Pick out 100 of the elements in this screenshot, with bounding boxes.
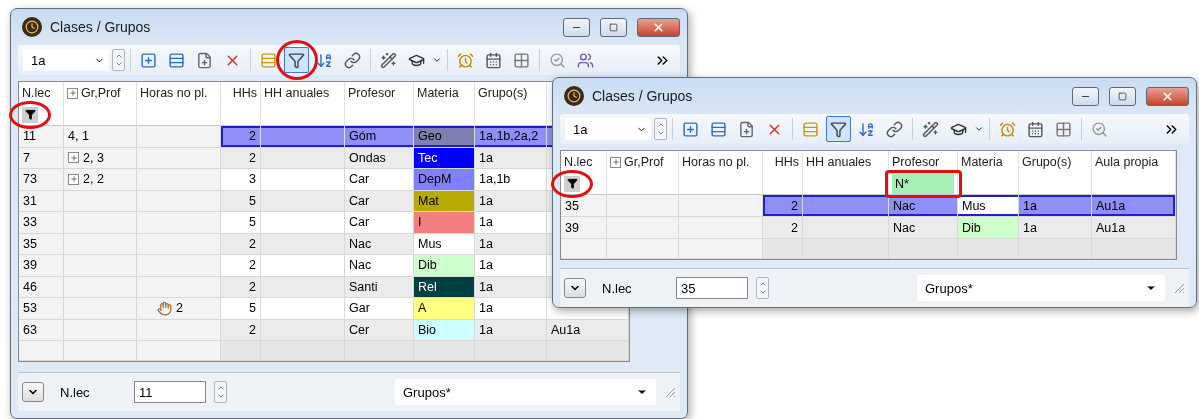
filter-cell[interactable]	[679, 173, 763, 195]
table-cell: Dib	[958, 217, 1019, 239]
table-cell: 53	[19, 298, 64, 320]
filter-cell[interactable]	[763, 173, 803, 195]
spinner[interactable]	[112, 49, 125, 71]
filter-icon[interactable]	[564, 175, 580, 192]
column-header[interactable]: Gr,Prof	[607, 151, 679, 173]
filter-button[interactable]	[826, 116, 851, 142]
column-header[interactable]: Materia	[414, 82, 475, 104]
table-cell: 3	[221, 169, 261, 191]
input-field[interactable]: 11	[134, 381, 206, 403]
column-header[interactable]: N.lec	[561, 151, 607, 173]
column-header[interactable]: N.lec	[19, 82, 64, 104]
input-field[interactable]: 35	[676, 277, 748, 299]
column-header[interactable]: HH anuales	[261, 82, 345, 104]
column-header[interactable]: Materia	[958, 151, 1019, 173]
table-cell: Nac	[345, 233, 414, 255]
spinner[interactable]	[756, 277, 769, 299]
column-header[interactable]: Aula propia	[1092, 151, 1176, 173]
table-cell: 1a	[475, 190, 547, 212]
group-combo[interactable]: 1a	[23, 49, 109, 71]
hand-icon	[157, 300, 172, 316]
filter-cell[interactable]	[221, 104, 261, 126]
dropdown-button[interactable]	[564, 278, 586, 298]
group-combo[interactable]: 1a	[565, 118, 651, 140]
maximize-button[interactable]	[600, 17, 627, 37]
table-cell: 39	[19, 255, 64, 277]
expand-icon[interactable]	[67, 87, 78, 99]
expand-icon[interactable]	[68, 152, 79, 164]
table-cell: Nac	[345, 255, 414, 277]
maximize-button[interactable]	[1109, 86, 1136, 106]
column-header[interactable]: HHs	[221, 82, 261, 104]
filter-cell[interactable]	[475, 104, 547, 126]
filter-cell[interactable]	[345, 104, 414, 126]
view-select[interactable]: Grupos*	[917, 275, 1165, 301]
expand-icon[interactable]	[610, 156, 621, 168]
filter-cell[interactable]	[803, 173, 889, 195]
table-cell: 46	[19, 276, 64, 298]
caret-icon[interactable]	[432, 55, 442, 65]
table-cell: Au1a	[1092, 217, 1176, 239]
table-cell: 5	[221, 212, 261, 234]
table-cell: I	[414, 212, 475, 234]
table-cell: Mat	[414, 190, 475, 212]
minimize-button[interactable]	[563, 17, 590, 37]
column-header[interactable]: HHs	[763, 151, 803, 173]
table-cell: 2	[221, 147, 261, 169]
column-header[interactable]: Profesor	[345, 82, 414, 104]
close-button[interactable]	[637, 17, 680, 37]
table-cell: Geo	[414, 126, 475, 148]
column-header[interactable]: Grupo(s)	[1019, 151, 1092, 173]
table-cell: 2	[221, 126, 261, 148]
column-header[interactable]: Grupo(s)	[475, 82, 547, 104]
filter-cell[interactable]	[414, 104, 475, 126]
column-header[interactable]: HH anuales	[803, 151, 889, 173]
view-select[interactable]: Grupos*	[395, 379, 656, 405]
filter-cell[interactable]	[137, 104, 221, 126]
caret-icon[interactable]	[974, 124, 984, 134]
window-title: Clases / Grupos	[50, 19, 152, 35]
table-cell: 1a	[1019, 217, 1092, 239]
table-cell: 33	[19, 212, 64, 234]
close-button[interactable]	[1146, 86, 1189, 106]
filter-cell[interactable]	[64, 104, 137, 126]
filter-icon	[830, 120, 847, 138]
spinner[interactable]	[214, 381, 227, 403]
table-cell: 2	[221, 319, 261, 341]
filter-button[interactable]	[284, 47, 309, 73]
table-cell: 63	[19, 319, 64, 341]
table-cell: 73	[19, 169, 64, 191]
filter-icon[interactable]	[22, 106, 38, 123]
spinner[interactable]	[654, 118, 667, 140]
table-cell: Au1a	[547, 319, 629, 341]
column-header[interactable]: Profesor	[889, 151, 958, 173]
minimize-button[interactable]	[1072, 86, 1099, 106]
filter-cell[interactable]	[607, 173, 679, 195]
table-cell: 5	[221, 190, 261, 212]
column-header[interactable]: Gr,Prof	[64, 82, 137, 104]
clock-icon	[22, 17, 42, 37]
table-cell: Góm	[345, 126, 414, 148]
column-header[interactable]: Horas no pl.	[679, 151, 763, 173]
resize-grip-icon[interactable]	[664, 386, 676, 398]
table-cell: 11	[19, 126, 64, 148]
filter-cell[interactable]	[958, 173, 1019, 195]
dropdown-button[interactable]	[22, 382, 44, 402]
table-cell: 35	[19, 233, 64, 255]
filter-cell[interactable]	[19, 104, 64, 126]
table-cell: 35	[561, 195, 607, 217]
table-cell: Tec	[414, 147, 475, 169]
field-label: N.lec	[602, 280, 633, 296]
filter-cell[interactable]	[561, 173, 607, 195]
resize-grip-icon[interactable]	[1173, 282, 1185, 294]
expand-icon[interactable]	[68, 173, 79, 185]
filter-cell[interactable]	[261, 104, 345, 126]
table-cell: 1a	[475, 212, 547, 234]
filter-cell[interactable]	[1019, 173, 1092, 195]
table-cell: 1a	[475, 233, 547, 255]
filter-cell[interactable]	[1092, 173, 1176, 195]
column-header[interactable]: Horas no pl.	[137, 82, 221, 104]
table-cell: 1a	[475, 147, 547, 169]
table-cell: Bio	[414, 319, 475, 341]
table-cell: Nac	[889, 217, 958, 239]
